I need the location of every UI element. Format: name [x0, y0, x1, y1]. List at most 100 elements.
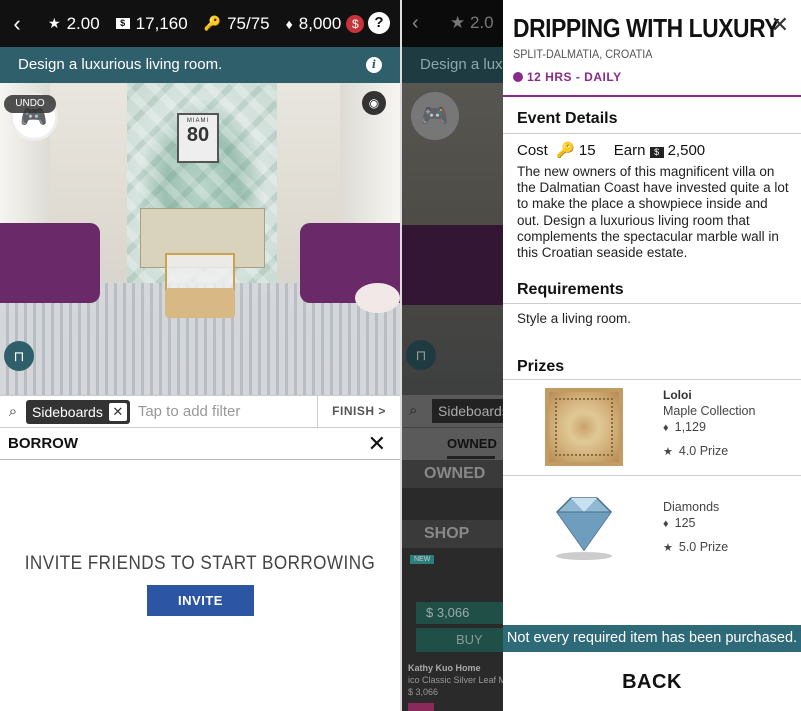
cost-value: 15 [578, 142, 596, 159]
header-divider [503, 95, 801, 97]
borrow-header: BORROW ✕ [0, 428, 400, 460]
remove-filter-icon[interactable]: ✕ [108, 402, 127, 421]
prize-item[interactable]: Loloi Maple Collection ♦ 1,129 ★ 4.0 Prize [503, 380, 801, 476]
cost-earn-line: Cost 🔑 15 Earn $2,500 [517, 141, 705, 159]
diamond-icon: ♦ [285, 15, 293, 32]
task-banner: Design a luxurious living room. i [0, 47, 400, 83]
diamond-icon: ♦ [663, 422, 669, 434]
dim-sofa [402, 225, 503, 305]
top-status-bar: ‹ ★ 2.00 $ 17,160 🔑 75/75 ♦ 8,000 $ ? [0, 0, 400, 47]
cash-stat: $ 17,160 [115, 13, 188, 34]
close-icon[interactable]: ✕ [368, 431, 386, 457]
dim-search-icon: ⌕ [409, 402, 418, 419]
prize-name: Maple Collection [663, 404, 756, 418]
diamond-prize-image [556, 497, 612, 560]
prize-stars: ★ 4.0 Prize [663, 444, 728, 458]
pouf[interactable] [355, 283, 400, 313]
dim-product: ico Classic Silver Leaf M [408, 675, 503, 685]
prize-value-text: 1,129 [674, 420, 706, 434]
task-text: Design a luxurious living room. [18, 56, 223, 73]
purchase-warning: Not every required item has been purchas… [503, 625, 801, 652]
dim-price: $ 3,066 [416, 602, 503, 624]
event-details-panel: DRIPPING WITH LUXURY ✕ SPLIT-DALMATIA, C… [503, 0, 801, 711]
dim-banner: Design a luxu [402, 47, 503, 83]
key-icon: 🔑 [556, 142, 575, 159]
diamond-icon: ♦ [663, 518, 669, 530]
undo-button[interactable]: UNDO [4, 95, 56, 113]
prize-value-text: 125 [674, 516, 696, 530]
requirement-text: Style a living room. [517, 311, 632, 326]
dim-owned-tab-label: OWNED [447, 436, 497, 451]
dim-stool-icon: ⊓ [406, 340, 436, 370]
sofa-left[interactable] [0, 223, 100, 303]
design-screen: ‹ ★ 2.00 $ 17,160 🔑 75/75 ♦ 8,000 $ ? De… [0, 0, 400, 711]
stars-stat: ★ 2.00 [48, 14, 100, 34]
dim-shop-header: SHOP [402, 520, 503, 548]
key-icon: 🔑 [203, 15, 222, 31]
filter-bar: ⌕ Sideboards ✕ Tap to add filter FINISH … [0, 395, 400, 428]
buy-currency-icon[interactable]: $ [346, 14, 365, 33]
filter-input[interactable]: Tap to add filter [138, 403, 317, 420]
dim-chip: Sideboards [432, 399, 503, 423]
keys-stat: 🔑 75/75 [204, 14, 270, 34]
prize-brand: Loloi [663, 388, 692, 402]
dimmed-background: ‹ ★ 2.0 Design a luxu 🎮 ⊓ ⌕ Sideboards O… [400, 0, 503, 711]
dim-small-price-value: 3,066 [415, 687, 439, 697]
event-description: The new owners of this magnificent villa… [517, 164, 789, 261]
dim-topbar: ‹ ★ 2.0 [402, 0, 503, 47]
dim-pink-swatch [408, 703, 434, 711]
coffee-table[interactable] [165, 253, 235, 293]
close-icon[interactable]: ✕ [771, 12, 789, 38]
cost-label: Cost [517, 142, 548, 159]
wall-art[interactable]: MIAMI 80 [177, 113, 219, 163]
diamonds-value: 8,000 [298, 13, 342, 33]
info-icon[interactable]: i [366, 57, 382, 73]
event-title: DRIPPING WITH LUXURY [513, 13, 780, 43]
dim-game-controller-icon: 🎮 [411, 92, 459, 140]
back-button[interactable]: BACK [503, 652, 801, 711]
dim-owned-header: OWNED [402, 460, 503, 488]
star-icon: ★ [663, 542, 673, 554]
dim-back-icon: ‹ [412, 12, 419, 34]
rug-prize-image [545, 388, 623, 466]
diamonds-stat: ♦ 8,000 $ [286, 14, 365, 34]
cash-value: 17,160 [135, 13, 188, 33]
cash-icon: $ [649, 147, 664, 158]
dim-buy: BUY [416, 628, 503, 652]
stool-icon[interactable]: ⊓ [4, 341, 34, 371]
help-icon[interactable]: ? [368, 12, 390, 34]
eye-icon[interactable]: ◉ [362, 91, 386, 115]
dim-tab-underline [447, 456, 495, 459]
back-arrow-icon[interactable]: ‹ [2, 11, 32, 37]
clock-icon [513, 72, 523, 82]
invite-button[interactable]: INVITE [147, 585, 254, 616]
wall-art-number: 80 [186, 124, 210, 146]
finish-button[interactable]: FINISH > [317, 395, 400, 428]
dim-filter: ⌕ Sideboards [402, 395, 503, 428]
prize-value: ♦ 1,129 [663, 420, 706, 434]
borrow-title: BORROW [8, 435, 78, 452]
filter-chip[interactable]: Sideboards ✕ [26, 399, 130, 424]
section-divider [503, 133, 801, 134]
prize-name: Diamonds [663, 500, 720, 514]
dim-small-price: $ 3,066 [408, 687, 439, 697]
event-duration: 12 HRS - DAILY [513, 70, 622, 84]
prizes-heading: Prizes [517, 358, 565, 375]
section-divider [503, 303, 801, 304]
prize-stars-text: 4.0 Prize [678, 444, 729, 458]
room-scene[interactable]: MIAMI 80 🎮 UNDO ◉ ⊓ [0, 83, 400, 395]
requirements-heading: Requirements [517, 281, 624, 298]
event-duration-text: 12 HRS - DAILY [527, 70, 622, 84]
dim-brand: Kathy Kuo Home [408, 663, 481, 673]
prize-stars-text: 5.0 Prize [678, 540, 729, 554]
event-location: SPLIT-DALMATIA, CROATIA [513, 47, 653, 61]
dim-stat: ★ 2.0 [450, 13, 494, 32]
ottoman[interactable] [165, 288, 235, 318]
event-details-heading: Event Details [517, 110, 618, 127]
star-icon: ★ [48, 15, 61, 31]
keys-value: 75/75 [227, 13, 270, 33]
search-icon[interactable]: ⌕ [0, 403, 26, 420]
cash-icon: $ [115, 18, 130, 29]
prize-item[interactable]: Diamonds ♦ 125 ★ 5.0 Prize [503, 492, 801, 588]
earn-label: Earn [613, 142, 646, 159]
